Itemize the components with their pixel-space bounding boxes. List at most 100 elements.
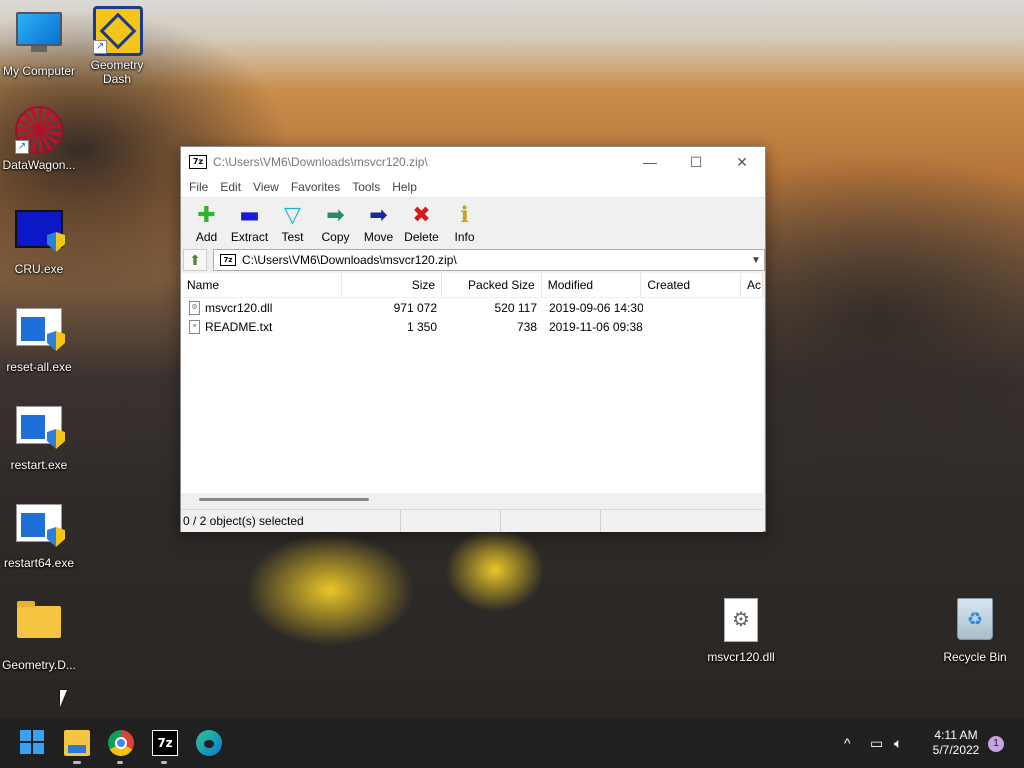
desktop-icon-datawagon[interactable]: ↗ DataWagon... bbox=[0, 106, 78, 172]
column-header-size[interactable]: Size bbox=[342, 273, 443, 297]
add-button[interactable]: ✚ Add bbox=[185, 202, 228, 248]
clock[interactable]: 4:11 AM 5/7/2022 bbox=[918, 728, 994, 758]
running-indicator bbox=[73, 761, 81, 764]
exe-icon bbox=[15, 406, 65, 454]
desktop-icon-geometry-dash[interactable]: ↗ Geometry Dash bbox=[78, 6, 156, 86]
copy-button[interactable]: ➡ Copy bbox=[314, 202, 357, 248]
maximize-button[interactable]: ☐ bbox=[673, 147, 719, 177]
file-list[interactable]: Name Size Packed Size Modified Created A… bbox=[181, 273, 763, 507]
desktop-icon-reset-all[interactable]: reset-all.exe bbox=[0, 302, 78, 374]
file-packed-size: 520 117 bbox=[494, 300, 538, 315]
status-selection: 0 / 2 object(s) selected bbox=[181, 510, 401, 532]
notification-badge[interactable]: 1 bbox=[988, 736, 1004, 752]
cru-icon bbox=[15, 210, 65, 258]
scrollbar-thumb[interactable] bbox=[199, 498, 369, 501]
minimize-button[interactable]: — bbox=[627, 147, 673, 177]
test-icon: ▽ bbox=[284, 203, 301, 228]
desktop-icon-label: DataWagon... bbox=[2, 158, 76, 172]
chrome-icon[interactable] bbox=[108, 730, 134, 756]
status-packed bbox=[501, 510, 601, 532]
up-folder-button[interactable]: ⬆ bbox=[183, 249, 207, 271]
table-row[interactable]: ≡ README.txt 1 350 738 2019-11-06 09:38 bbox=[181, 317, 763, 336]
move-icon: ➡ bbox=[369, 203, 388, 228]
sevenzip-app-icon: 7z bbox=[189, 155, 207, 169]
file-modified: 2019-09-06 14:30 bbox=[549, 300, 643, 315]
status-extra bbox=[601, 510, 763, 532]
menu-view[interactable]: View bbox=[247, 180, 285, 194]
edge-icon[interactable] bbox=[196, 730, 222, 756]
menu-tools[interactable]: Tools bbox=[346, 180, 386, 194]
file-size: 971 072 bbox=[393, 300, 437, 315]
desktop-icon-msvcr120-dll[interactable]: ⚙ msvcr120.dll bbox=[702, 596, 780, 664]
volume-icon[interactable]: 🔈︎ bbox=[894, 718, 902, 768]
desktop-icon-recycle-bin[interactable]: ♻ Recycle Bin bbox=[936, 596, 1014, 664]
clock-date: 5/7/2022 bbox=[932, 743, 980, 757]
desktop-icon-restart64[interactable]: restart64.exe bbox=[0, 498, 78, 570]
desktop-icon-label: Geometry Dash bbox=[90, 58, 144, 86]
desktop-icon-my-computer[interactable]: My Computer bbox=[0, 8, 78, 78]
column-header-modified[interactable]: Modified bbox=[542, 273, 642, 297]
desktop-icon-cru[interactable]: CRU.exe bbox=[0, 204, 78, 276]
copy-icon: ➡ bbox=[326, 203, 345, 228]
recycle-bin-icon: ♻ bbox=[951, 598, 999, 646]
desktop-icon-label: CRU.exe bbox=[14, 262, 64, 276]
sevenzip-taskbar-icon[interactable]: 7z bbox=[152, 730, 178, 756]
show-hidden-icons-chevron-icon[interactable]: ^ bbox=[844, 718, 851, 768]
sevenzip-window: 7z C:\Users\VM6\Downloads\msvcr120.zip\ … bbox=[180, 146, 766, 532]
exe-icon bbox=[15, 504, 65, 552]
network-icon[interactable]: ▭ bbox=[870, 718, 883, 768]
extract-icon: ▬ bbox=[239, 203, 260, 228]
move-label: Move bbox=[363, 230, 394, 244]
running-indicator bbox=[117, 761, 123, 764]
add-label: Add bbox=[195, 230, 218, 244]
file-explorer-icon[interactable] bbox=[64, 730, 90, 756]
running-indicator bbox=[161, 761, 167, 764]
delete-button[interactable]: ✖ Delete bbox=[400, 202, 443, 248]
column-header-accessed[interactable]: Ac bbox=[741, 273, 763, 297]
address-bar[interactable]: 7z C:\Users\VM6\Downloads\msvcr120.zip\ … bbox=[213, 249, 765, 271]
geometry-dash-icon: ↗ bbox=[93, 6, 143, 56]
delete-label: Delete bbox=[404, 230, 439, 244]
column-header-name[interactable]: Name bbox=[181, 273, 343, 297]
desktop-icon-label: Geometry.D... bbox=[2, 658, 76, 672]
info-label: Info bbox=[454, 230, 475, 244]
column-header-created[interactable]: Created bbox=[641, 273, 742, 297]
menu-help[interactable]: Help bbox=[386, 180, 423, 194]
desktop-icon-label: reset-all.exe bbox=[6, 360, 72, 374]
table-row[interactable]: ⚙ msvcr120.dll 971 072 520 117 2019-09-06… bbox=[181, 298, 763, 317]
extract-label: Extract bbox=[230, 230, 269, 244]
folder-icon bbox=[15, 601, 63, 654]
delete-icon: ✖ bbox=[412, 203, 431, 228]
menu-file[interactable]: File bbox=[183, 180, 214, 194]
datawagon-icon: ↗ bbox=[15, 106, 63, 154]
extract-button[interactable]: ▬ Extract bbox=[228, 202, 271, 248]
test-button[interactable]: ▽ Test bbox=[271, 202, 314, 248]
desktop-icon-geometry-folder[interactable]: Geometry.D... bbox=[0, 596, 78, 672]
up-arrow-icon: ⬆ bbox=[189, 251, 201, 268]
archive-icon: 7z bbox=[220, 254, 236, 266]
file-modified: 2019-11-06 09:38 bbox=[549, 319, 643, 334]
exe-icon bbox=[15, 308, 65, 356]
copy-label: Copy bbox=[321, 230, 350, 244]
desktop-icon-restart[interactable]: restart.exe bbox=[0, 400, 78, 472]
info-icon: ℹ bbox=[460, 203, 469, 228]
start-button[interactable] bbox=[20, 730, 44, 754]
horizontal-scrollbar[interactable] bbox=[181, 493, 763, 507]
monitor-icon bbox=[15, 12, 63, 60]
move-button[interactable]: ➡ Move bbox=[357, 202, 400, 248]
menu-edit[interactable]: Edit bbox=[214, 180, 247, 194]
dll-file-icon: ⚙ bbox=[717, 598, 765, 646]
column-header-packed-size[interactable]: Packed Size bbox=[442, 273, 542, 297]
status-bar: 0 / 2 object(s) selected bbox=[181, 509, 763, 532]
info-button[interactable]: ℹ Info bbox=[443, 202, 486, 248]
title-bar[interactable]: 7z C:\Users\VM6\Downloads\msvcr120.zip\ … bbox=[181, 147, 765, 177]
test-label: Test bbox=[281, 230, 304, 244]
close-button[interactable]: ✕ bbox=[719, 147, 765, 177]
address-text: C:\Users\VM6\Downloads\msvcr120.zip\ bbox=[242, 253, 457, 267]
status-size bbox=[401, 510, 501, 532]
desktop-icon-label: restart.exe bbox=[10, 458, 68, 472]
chevron-down-icon[interactable]: ▼ bbox=[748, 255, 764, 266]
column-header-row: Name Size Packed Size Modified Created A… bbox=[181, 273, 763, 298]
file-packed-size: 738 bbox=[516, 319, 537, 334]
menu-favorites[interactable]: Favorites bbox=[285, 180, 346, 194]
